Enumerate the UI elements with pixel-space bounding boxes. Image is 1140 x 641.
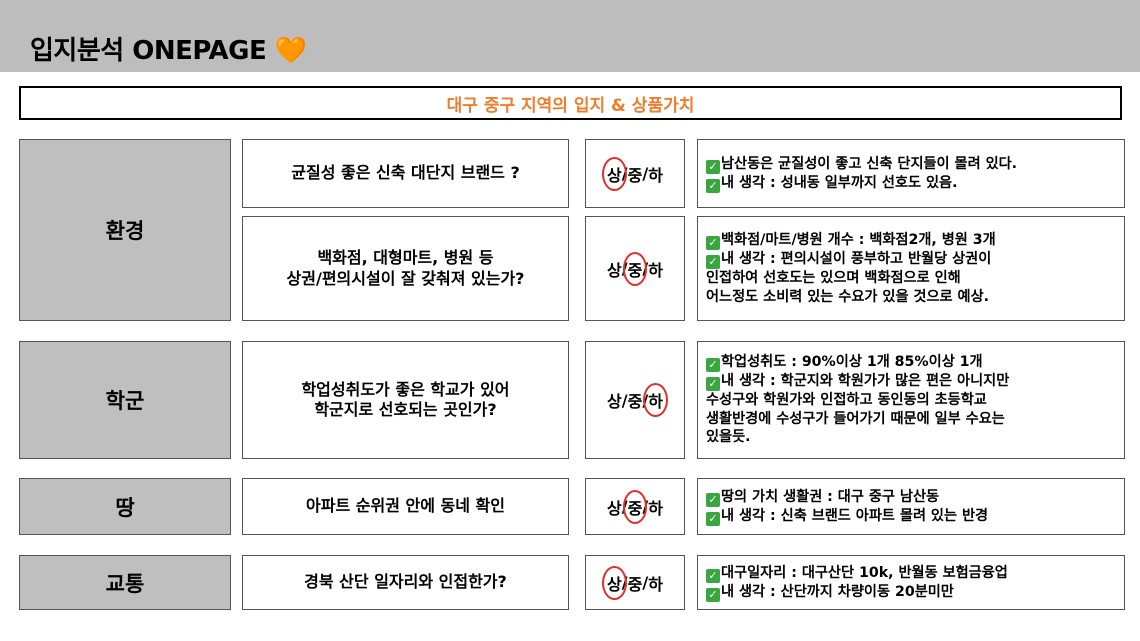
rating-land: 상 / 중 / 하: [585, 478, 685, 535]
rating-option: 하: [648, 574, 663, 594]
note-line: ✓ 내 생각 : 학군지와 학원가가 많은 편은 아니지만: [706, 372, 1116, 392]
check-icon: ✓: [706, 587, 720, 602]
rating-brand-complex: 상 / 중 / 하: [585, 139, 685, 208]
check-icon: ✓: [706, 178, 720, 193]
rating-option: 상: [607, 392, 622, 411]
check-icon: ✓: [706, 358, 720, 373]
rating-option: 상: [607, 498, 622, 518]
note-line: ✓ 백화점/마트/병원 개수 : 백화점2개, 병원 3개: [706, 231, 1116, 251]
check-icon: ✓: [706, 236, 720, 251]
note-line: ✓ 내 생각 : 신축 브랜드 아파트 몰려 있는 반경: [706, 507, 1116, 526]
orange-heart-icon: 🧡: [274, 36, 307, 66]
note-line: ✓ 남산동은 균질성이 좋고 신축 단지들이 몰려 있다.: [706, 155, 1116, 174]
category-transport: 교통: [19, 555, 231, 610]
note-line: 생활반경에 수성구가 들어가기 때문에 일부 수요는: [706, 410, 1005, 427]
check-icon: ✓: [706, 255, 720, 270]
rating-option-selected: 중: [622, 251, 648, 286]
note-line: ✓ 땅의 가치 생활권 : 대구 중구 남산동: [706, 488, 1116, 507]
check-icon: ✓: [706, 159, 720, 174]
subtitle-box: 대구 중구 지역의 입지 & 상품가치: [19, 86, 1122, 120]
question-transport: 경북 산단 일자리와 인접한가?: [242, 555, 569, 610]
note-line: ✓ 대구일자리 : 대구산단 10k, 반월동 보험금융업: [706, 564, 1116, 583]
rating-option: 중: [627, 165, 643, 185]
page-title: 입지분석 ONEPAGE 🧡: [30, 36, 307, 66]
note-line: ✓ 내 생각 : 성내동 일부까지 선호도 있음.: [706, 174, 1116, 193]
rating-option: 상: [607, 260, 622, 280]
question-land: 아파트 순위권 안에 동네 확인: [242, 478, 569, 535]
notes-land: ✓ 땅의 가치 생활권 : 대구 중구 남산동 ✓ 내 생각 : 신축 브랜드 아파트…: [697, 478, 1125, 535]
rating-option: 하: [648, 165, 663, 185]
check-icon: ✓: [706, 377, 720, 392]
check-icon: ✓: [706, 568, 720, 583]
question-brand-complex: 균질성 좋은 신축 대단지 브랜드 ?: [242, 139, 569, 208]
check-icon: ✓: [706, 511, 720, 526]
rating-option-selected: 상: [602, 156, 627, 191]
category-environment: 환경: [19, 139, 231, 321]
rating-school: 상 / 중 / 하: [585, 341, 685, 459]
rating-option: 하: [648, 260, 663, 280]
subtitle: 대구 중구 지역의 입지 & 상품가치: [446, 95, 695, 116]
rating-option-selected: 중: [622, 489, 648, 524]
rating-transport: 상 / 중 / 하: [585, 555, 685, 610]
notes-school: ✓ 학업성취도 : 90%이상 1개 85%이상 1개 ✓ 내 생각 : 학군지와 학…: [697, 341, 1125, 459]
rating-option: 하: [648, 498, 663, 518]
note-line: 인접하여 선호도는 있으며 백화점으로 인해: [706, 270, 961, 287]
question-school: 학업성취도가 좋은 학교가 있어 학군지로 선호되는 곳인가?: [242, 341, 569, 459]
rating-option: 중: [627, 392, 643, 411]
note-line: ✓ 학업성취도 : 90%이상 1개 85%이상 1개: [706, 353, 1116, 373]
note-line: 어느정도 소비력 있는 수요가 있을 것으로 예상.: [706, 288, 990, 305]
notes-transport: ✓ 대구일자리 : 대구산단 10k, 반월동 보험금융업 ✓ 내 생각 : 산단까지…: [697, 555, 1125, 610]
rating-option: 중: [627, 574, 643, 594]
category-land: 땅: [19, 478, 231, 535]
note-line: 있을듯.: [706, 429, 751, 446]
notes-brand-complex: ✓ 남산동은 균질성이 좋고 신축 단지들이 몰려 있다. ✓ 내 생각 : 성내동 …: [697, 139, 1125, 208]
note-line: 수성구와 학원가와 인접하고 동인동의 초등학교: [706, 392, 987, 409]
note-line: ✓ 내 생각 : 산단까지 차량이동 20분미만: [706, 583, 1116, 602]
rating-option-selected: 상: [602, 565, 627, 600]
question-amenities: 백화점, 대형마트, 병원 등 상권/편의시설이 잘 갖춰져 있는가?: [242, 216, 569, 321]
rating-option-selected: 하: [643, 383, 668, 417]
check-icon: ✓: [706, 492, 720, 507]
note-line: ✓ 내 생각 : 편의시설이 풍부하고 반월당 상권이: [706, 250, 1116, 270]
notes-amenities: ✓ 백화점/마트/병원 개수 : 백화점2개, 병원 3개 ✓ 내 생각 : 편의시설…: [697, 216, 1125, 321]
category-school: 학군: [19, 341, 231, 459]
rating-amenities: 상 / 중 / 하: [585, 216, 685, 321]
